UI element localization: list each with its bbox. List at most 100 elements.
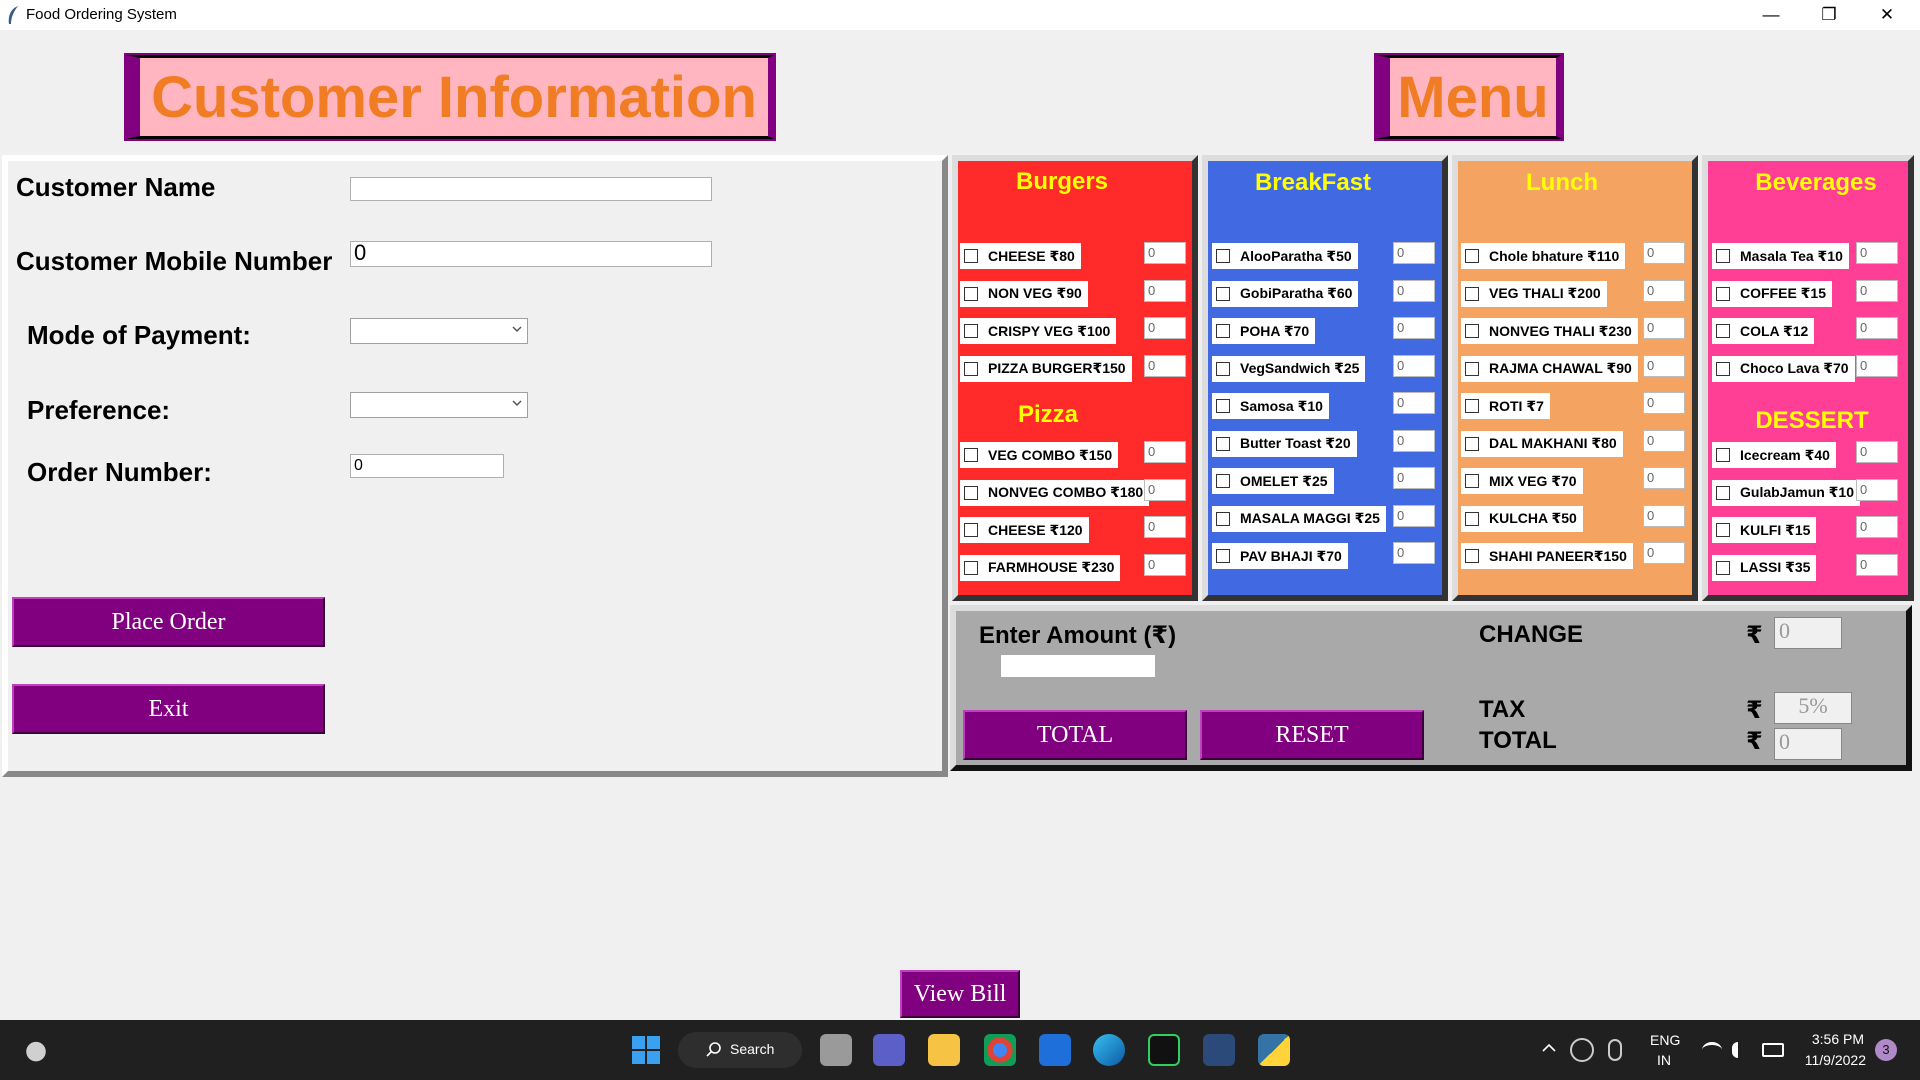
quantity-input[interactable]: 0 [1144,553,1186,576]
checkbox[interactable] [1216,549,1230,563]
pycharm-icon[interactable] [1148,1034,1180,1066]
quantity-input[interactable]: 0 [1856,279,1898,302]
checkbox[interactable] [1465,324,1479,338]
checkbox[interactable] [964,361,978,376]
lunch-item[interactable]: Chole bhature ₹110 [1461,243,1626,269]
view-bill-button[interactable]: View Bill [900,970,1020,1018]
checkbox[interactable] [964,249,978,263]
quantity-input[interactable]: 0 [1643,504,1685,527]
clock-date[interactable]: 11/9/2022 [1798,1052,1866,1068]
checkbox[interactable] [1716,286,1730,301]
quantity-input[interactable]: 0 [1144,441,1186,463]
checkbox[interactable] [964,286,978,301]
checkbox[interactable] [964,560,978,575]
breakfast-item[interactable]: VegSandwich ₹25 [1212,355,1366,382]
lunch-item[interactable]: RAJMA CHAWAL ₹90 [1461,355,1638,382]
checkbox[interactable] [1465,399,1479,413]
payment-mode-select[interactable] [350,318,528,344]
total-field[interactable]: 0 [1774,728,1842,760]
breakfast-item[interactable]: AlooParatha ₹50 [1212,243,1358,269]
checkbox[interactable] [1465,286,1479,301]
checkbox[interactable] [1216,324,1230,338]
close-button[interactable]: ✕ [1858,0,1916,30]
checkbox[interactable] [1716,448,1730,462]
dessert-item[interactable]: GulabJamun ₹10 [1712,479,1860,506]
minimize-button[interactable]: — [1742,0,1800,30]
breakfast-item[interactable]: Butter Toast ₹20 [1212,430,1357,457]
quantity-input[interactable]: 0 [1856,317,1898,339]
quantity-input[interactable]: 0 [1393,429,1435,452]
checkbox[interactable] [964,523,978,537]
quantity-input[interactable]: 0 [1144,478,1186,501]
checkbox[interactable] [1465,549,1479,563]
quantity-input[interactable]: 0 [1144,242,1186,264]
checkbox[interactable] [1716,560,1730,575]
quantity-input[interactable]: 0 [1393,467,1435,489]
dessert-item[interactable]: Icecream ₹40 [1712,442,1836,468]
checkbox[interactable] [1216,249,1230,263]
checkbox[interactable] [1716,361,1730,376]
beverages-item[interactable]: Masala Tea ₹10 [1712,243,1849,269]
lunch-item[interactable]: SHAHI PANEER₹150 [1461,543,1633,569]
quantity-input[interactable]: 0 [1643,467,1685,489]
tax-field[interactable]: 5% [1774,692,1852,724]
checkbox[interactable] [1716,249,1730,263]
quantity-input[interactable]: 0 [1856,354,1898,377]
calendar-icon[interactable] [1039,1034,1071,1066]
dessert-item[interactable]: KULFI ₹15 [1712,517,1817,543]
checkbox[interactable] [964,485,978,500]
checkbox[interactable] [1465,249,1479,263]
burgers-item[interactable]: NON VEG ₹90 [960,280,1088,307]
quantity-input[interactable]: 0 [1643,429,1685,452]
quantity-input[interactable]: 0 [1856,516,1898,538]
dessert-item[interactable]: LASSI ₹35 [1712,554,1817,581]
quantity-input[interactable]: 0 [1856,441,1898,463]
edge-icon[interactable] [1093,1034,1125,1066]
lunch-item[interactable]: MIX VEG ₹70 [1461,468,1583,494]
file-explorer-icon[interactable] [928,1034,960,1066]
checkbox[interactable] [1465,436,1479,451]
clock-time[interactable]: 3:56 PM [1808,1031,1864,1047]
pizza-item[interactable]: NONVEG COMBO ₹180 [960,479,1150,506]
checkbox[interactable] [1716,324,1730,338]
lunch-item[interactable]: ROTI ₹7 [1461,393,1550,419]
lunch-item[interactable]: VEG THALI ₹200 [1461,280,1607,307]
quantity-input[interactable]: 0 [1144,516,1186,538]
quantity-input[interactable]: 0 [1393,542,1435,564]
quantity-input[interactable]: 0 [1643,317,1685,339]
quantity-input[interactable]: 0 [1393,279,1435,302]
battery-icon[interactable] [1762,1043,1784,1057]
chevron-up-icon[interactable] [1541,1042,1557,1054]
pizza-item[interactable]: VEG COMBO ₹150 [960,442,1119,468]
language-top[interactable]: ENG [1650,1032,1680,1048]
search-box[interactable]: Search [678,1032,802,1068]
breakfast-item[interactable]: GobiParatha ₹60 [1212,280,1359,307]
lunch-item[interactable]: DAL MAKHANI ₹80 [1461,430,1623,457]
beverages-item[interactable]: Choco Lava ₹70 [1712,355,1855,382]
breakfast-item[interactable]: MASALA MAGGI ₹25 [1212,505,1386,532]
beverages-item[interactable]: COLA ₹12 [1712,318,1815,344]
beverages-item[interactable]: COFFEE ₹15 [1712,280,1832,307]
preference-select[interactable] [350,392,528,418]
quantity-input[interactable]: 0 [1856,242,1898,264]
reset-button[interactable]: RESET [1200,710,1424,760]
restore-button[interactable]: ❐ [1800,0,1858,30]
checkbox[interactable] [1216,436,1230,451]
pizza-item[interactable]: FARMHOUSE ₹230 [960,554,1121,581]
quantity-input[interactable]: 0 [1856,478,1898,501]
quantity-input[interactable]: 0 [1393,504,1435,527]
checkbox[interactable] [1216,286,1230,301]
checkbox[interactable] [1216,361,1230,376]
burgers-item[interactable]: CRISPY VEG ₹100 [960,318,1117,344]
change-field[interactable]: 0 [1774,617,1842,649]
burgers-item[interactable]: CHEESE ₹80 [960,243,1081,269]
quantity-input[interactable]: 0 [1643,542,1685,564]
order-number-input[interactable]: 0 [350,454,504,478]
microphone-icon[interactable] [1608,1039,1622,1061]
enter-amount-input[interactable] [1001,655,1155,677]
breakfast-item[interactable]: PAV BHAJI ₹70 [1212,543,1348,569]
quantity-input[interactable]: 0 [1144,317,1186,339]
lunch-item[interactable]: NONVEG THALI ₹230 [1461,318,1638,344]
wifi-icon[interactable] [1702,1042,1722,1058]
breakfast-item[interactable]: OMELET ₹25 [1212,468,1334,494]
